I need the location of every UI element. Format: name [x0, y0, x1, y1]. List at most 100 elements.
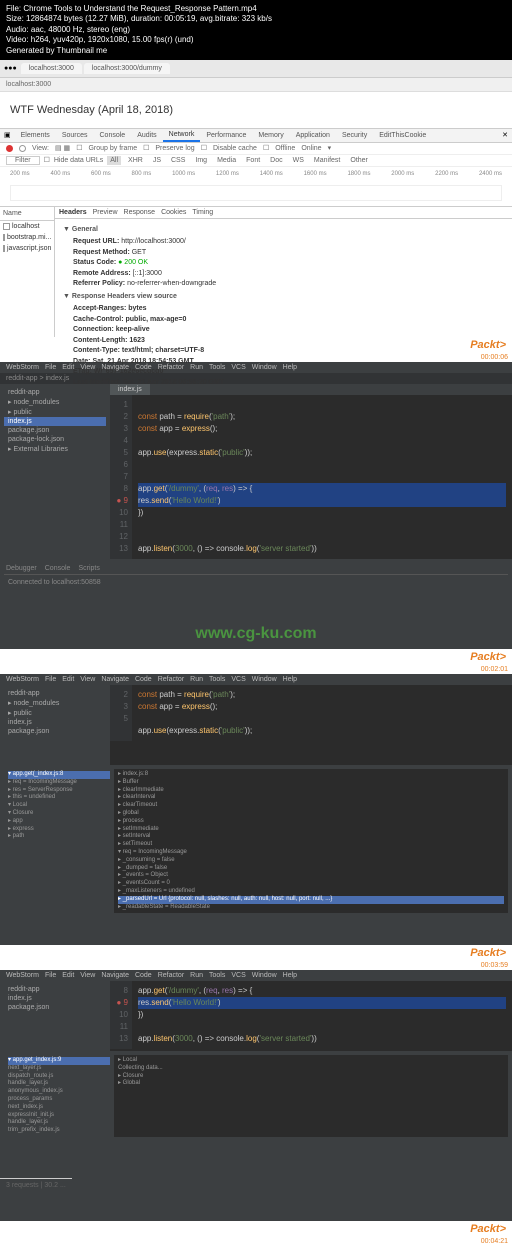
headers-tab[interactable]: Headers — [59, 209, 87, 216]
tab-editcookie[interactable]: EditThisCookie — [373, 130, 432, 141]
clear-icon[interactable] — [19, 145, 26, 152]
tab-performance[interactable]: Performance — [200, 130, 252, 141]
editor-tab[interactable]: index.js — [110, 384, 150, 395]
project-tree[interactable]: reddit-app ▸ node_modules ▸ public index… — [0, 685, 110, 765]
cookies-tab[interactable]: Cookies — [161, 209, 186, 216]
debug-variables[interactable]: ▸ index.js:8 ▸ Buffer ▸ clearImmediate ▸… — [114, 769, 508, 913]
tree-item[interactable]: ▸ External Libraries — [4, 444, 106, 454]
disable-checkbox[interactable]: ☐ — [201, 144, 207, 152]
code-editor[interactable]: 235 const path = require('path'); const … — [110, 685, 512, 765]
filter-all[interactable]: All — [107, 156, 121, 165]
line-gutter: 123 456 78● 9 10111213 — [110, 395, 132, 559]
filter-xhr[interactable]: XHR — [125, 156, 146, 165]
menu-icon: ●●● — [4, 65, 17, 72]
packt-brand: Packt> — [0, 1221, 512, 1237]
debug-tab[interactable]: Scripts — [78, 565, 99, 572]
file-size: Size: 12864874 bytes (12.27 MiB), durati… — [6, 14, 506, 24]
close-icon[interactable]: ✕ — [502, 131, 508, 139]
file-video: Video: h264, yuv420p, 1920x1080, 15.00 f… — [6, 35, 506, 45]
ide-window-2: WebStormFileEditViewNavigateCodeRefactor… — [0, 674, 512, 945]
group-checkbox[interactable]: ☐ — [76, 144, 82, 152]
timestamp: 00:03:59 — [0, 961, 512, 970]
browser-tab[interactable]: localhost:3000/dummy — [84, 63, 170, 74]
page-title: WTF Wednesday (April 18, 2018) — [0, 92, 512, 128]
debug-tab[interactable]: Console — [45, 565, 71, 572]
address-bar[interactable]: localhost:3000 — [0, 78, 512, 92]
filter-media[interactable]: Media — [214, 156, 239, 165]
tab-network[interactable]: Network — [163, 129, 201, 142]
request-details: Headers Preview Response Cookies Timing … — [55, 207, 512, 337]
code-content[interactable]: const path = require('path'); const app … — [132, 395, 512, 559]
file-audio: Audio: aac, 48000 Hz, stereo (eng) — [6, 25, 506, 35]
breakpoint-icon[interactable]: ● 9 — [114, 495, 128, 507]
ide-menubar: WebStormFileEditViewNavigateCodeRefactor… — [0, 674, 512, 685]
tab-console[interactable]: Console — [94, 130, 132, 141]
request-list: Name localhost bootstrap.mi... javascrip… — [0, 207, 55, 337]
timing-tab[interactable]: Timing — [192, 209, 213, 216]
timestamp: 00:04:21 — [0, 1237, 512, 1246]
filter-font[interactable]: Font — [243, 156, 263, 165]
code-editor[interactable]: 8● 9101113 app.get('/dummy', (req, res) … — [110, 981, 512, 1051]
network-panel: Name localhost bootstrap.mi... javascrip… — [0, 207, 512, 337]
filter-input[interactable]: Filter — [6, 156, 40, 165]
debug-tab[interactable]: Debugger — [6, 565, 37, 572]
debug-structure: ▾ app.get(_index.js:8 ▸ req = IncomingMe… — [0, 765, 512, 945]
request-row[interactable]: bootstrap.mi... — [0, 232, 54, 243]
file-info-header: File: Chrome Tools to Understand the Req… — [0, 0, 512, 60]
devtools-panel: ▣ Elements Sources Console Audits Networ… — [0, 128, 512, 337]
ide-window-3: WebStormFileEditViewNavigateCodeRefactor… — [0, 970, 512, 1221]
file-gen: Generated by Thumbnail me — [6, 46, 506, 56]
tree-item[interactable]: index.js — [4, 417, 106, 426]
debug-console[interactable]: ▸ Local Collecting data... ▸ Closure ▸ G… — [114, 1055, 508, 1137]
filter-other[interactable]: Other — [347, 156, 371, 165]
filter-doc[interactable]: Doc — [267, 156, 285, 165]
debug-tree[interactable]: ▾ app.get(_index.js:8 ▸ req = IncomingMe… — [4, 769, 114, 913]
tree-item[interactable]: package.json — [4, 426, 106, 435]
preserve-checkbox[interactable]: ☐ — [143, 144, 149, 152]
filter-css[interactable]: CSS — [168, 156, 188, 165]
request-row[interactable]: javascript.json — [0, 243, 54, 254]
offline-checkbox[interactable]: ☐ — [263, 144, 269, 152]
tab-audits[interactable]: Audits — [131, 130, 162, 141]
filter-bar: Filter ☐Hide data URLs All XHR JS CSS Im… — [0, 155, 512, 167]
tree-item[interactable]: reddit-app — [4, 388, 106, 397]
name-header[interactable]: Name — [0, 207, 54, 221]
debug-frames[interactable]: ▾ app.get_index.js:9 next_layer.js dispa… — [4, 1055, 114, 1137]
tree-item[interactable]: ▸ node_modules — [4, 397, 106, 407]
tree-item[interactable]: package-lock.json — [4, 435, 106, 444]
view-label: View: — [32, 145, 49, 152]
network-toolbar: View: ▤ ▦ ☐Group by frame ☐Preserve log … — [0, 143, 512, 155]
tab-memory[interactable]: Memory — [252, 130, 289, 141]
project-tree[interactable]: reddit-app index.js package.json — [0, 981, 110, 1051]
response-tab[interactable]: Response — [124, 209, 156, 216]
request-row[interactable]: localhost — [0, 221, 54, 232]
filter-img[interactable]: Img — [192, 156, 210, 165]
ide-window: WebStorm File Edit View Navigate Code Re… — [0, 362, 512, 619]
debug-panel: Debugger Console Scripts Connected to lo… — [0, 559, 512, 619]
browser-tab[interactable]: localhost:3000 — [21, 63, 82, 74]
filter-ws[interactable]: WS — [290, 156, 307, 165]
watermark: www.cg-ku.com — [0, 619, 512, 649]
debug-structure: ▾ app.get_index.js:9 next_layer.js dispa… — [0, 1051, 512, 1221]
record-icon[interactable] — [6, 145, 13, 152]
address-text: localhost:3000 — [6, 81, 51, 88]
tree-item[interactable]: ▸ public — [4, 407, 106, 417]
tab-security[interactable]: Security — [336, 130, 373, 141]
filter-manifest[interactable]: Manifest — [311, 156, 343, 165]
network-timeline[interactable]: 200 ms 400 ms 600 ms 800 ms 1000 ms 1200… — [0, 167, 512, 207]
project-tree[interactable]: reddit-app ▸ node_modules ▸ public index… — [0, 384, 110, 559]
tab-application[interactable]: Application — [290, 130, 336, 141]
inspect-icon[interactable]: ▣ — [4, 131, 11, 139]
preview-tab[interactable]: Preview — [93, 209, 118, 216]
tab-elements[interactable]: Elements — [15, 130, 56, 141]
hide-checkbox[interactable]: ☐ — [44, 156, 50, 164]
browser-chrome: ●●● localhost:3000 localhost:3000/dummy — [0, 60, 512, 78]
file-name: File: Chrome Tools to Understand the Req… — [6, 4, 506, 14]
timestamp: 00:02:01 — [0, 665, 512, 674]
filter-js[interactable]: JS — [150, 156, 164, 165]
tab-sources[interactable]: Sources — [56, 130, 94, 141]
devtools-tabs: ▣ Elements Sources Console Audits Networ… — [0, 129, 512, 143]
packt-brand: Packt> — [0, 649, 512, 665]
packt-brand: Packt> — [0, 945, 512, 961]
code-editor[interactable]: index.js 123 456 78● 9 10111213 const pa… — [110, 384, 512, 559]
